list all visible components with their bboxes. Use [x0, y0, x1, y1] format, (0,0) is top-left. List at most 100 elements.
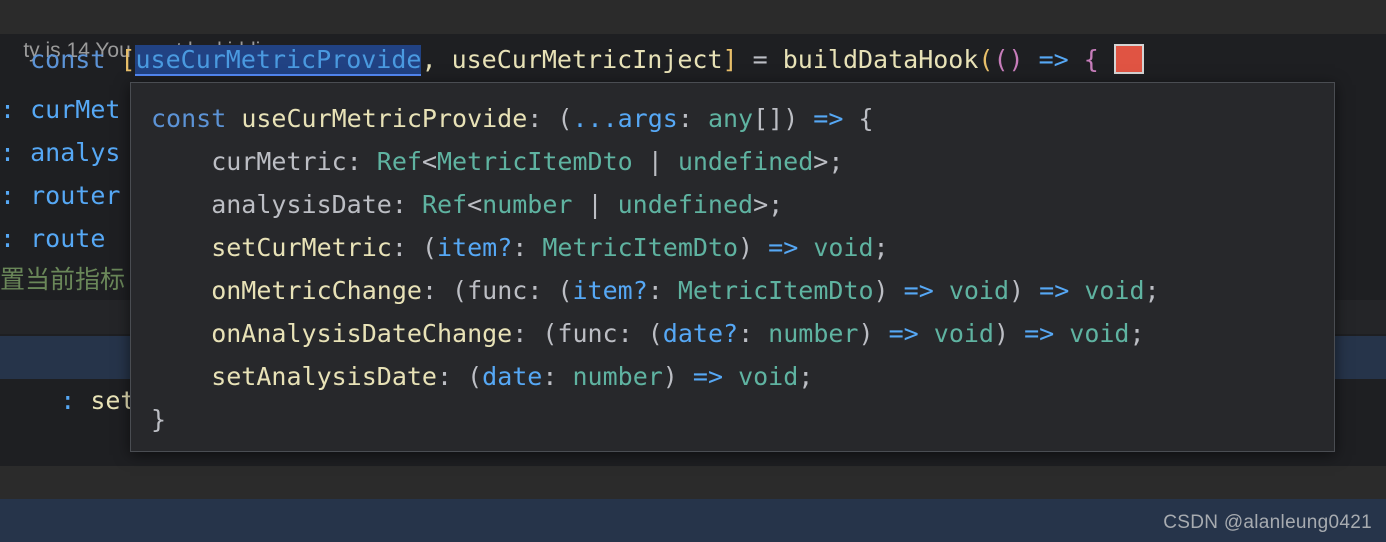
tt-onmetricchange-token-4: : — [527, 276, 558, 305]
tt-setcurmetric-token-2: ( — [421, 233, 437, 262]
line-const-hook-token-10: => — [1023, 45, 1084, 74]
tooltip-tt-curmetric: curMetric: Ref<MetricItemDto | undefined… — [131, 140, 1334, 183]
tt-onmetricchange-token-3: func — [467, 276, 528, 305]
tt-setcurmetric-token-1: : — [391, 233, 422, 262]
tt-onanalysisdatechange-token-10: => — [873, 319, 934, 348]
tt-onmetricchange-token-5: ( — [557, 276, 573, 305]
line-router-token-0: : — [0, 181, 31, 210]
tt-curmetric-token-4: MetricItemDto — [437, 147, 633, 176]
tt-onanalysisdatechange-token-6: date? — [662, 319, 739, 348]
line-const-hook-token-5: ] — [722, 45, 738, 74]
tooltip-tt-onanalysisdatechange: onAnalysisDateChange: (func: (date?: num… — [131, 312, 1334, 355]
tt-onanalysisdatechange-token-4: : — [617, 319, 648, 348]
tooltip-tt-setcurmetric: setCurMetric: (item?: MetricItemDto) => … — [131, 226, 1334, 269]
line-curmetric-token-1: curMet — [30, 95, 121, 124]
tt-onmetricchange-token-15: ; — [1144, 276, 1160, 305]
tooltip-tt-analysisdate: analysisDate: Ref<number | undefined>; — [131, 183, 1334, 226]
tt-signature-token-2: : — [527, 104, 558, 133]
tt-signature-token-5: : — [677, 104, 708, 133]
tt-setcurmetric-token-4: : — [512, 233, 543, 262]
tt-analysisdate-token-1: : — [391, 190, 422, 219]
line-const-hook-token-6: = — [737, 45, 783, 74]
tt-signature-token-7: []) — [753, 104, 799, 133]
tt-analysisdate-token-7: >; — [753, 190, 784, 219]
tt-analysisdate-token-6: undefined — [617, 190, 754, 219]
tt-onmetricchange-token-6: item? — [572, 276, 648, 305]
tt-onanalysisdatechange-token-3: func — [557, 319, 618, 348]
watermark-csdn: CSDN @alanleung0421 — [1163, 512, 1372, 533]
line-const-hook-token-3: , — [421, 45, 452, 74]
tt-signature-token-0: const — [151, 104, 242, 133]
tt-onmetricchange-token-2: ( — [452, 276, 468, 305]
documentation-popup[interactable]: const useCurMetricProvide: (...args: any… — [130, 82, 1335, 452]
tt-onanalysisdatechange-token-12: ) — [993, 319, 1010, 348]
line-const-hook-token-8: ( — [978, 45, 994, 74]
tt-setanalysisdate-token-3: date — [482, 362, 543, 391]
tt-setanalysisdate-token-7: => — [677, 362, 739, 391]
tt-setanalysisdate-token-5: number — [572, 362, 663, 391]
line-route-token-0: : — [0, 224, 31, 253]
tt-curmetric-token-2: Ref — [376, 147, 422, 176]
tt-onanalysisdatechange-token-1: : — [512, 319, 543, 348]
line-analysis-token-0: : — [0, 138, 31, 167]
line-const-hook-token-9: () — [993, 45, 1024, 74]
tt-signature-token-9: { — [858, 104, 874, 133]
tt-setcurmetric-token-8: void — [813, 233, 874, 262]
tt-setcurmetric-token-5: MetricItemDto — [542, 233, 739, 262]
tt-signature-token-6: any — [707, 104, 754, 133]
tt-setcurmetric-token-0: setCurMetric — [151, 233, 392, 262]
line-const-hook-token-4: useCurMetricInject — [451, 45, 723, 74]
tt-setanalysisdate-token-9: ; — [798, 362, 814, 391]
tt-onanalysisdatechange-token-9: ) — [858, 319, 874, 348]
tt-signature-token-3: ( — [557, 104, 573, 133]
tt-onmetricchange-token-9: ) — [873, 276, 889, 305]
line-analysis-token-1: analys — [30, 138, 121, 167]
editor-screenshot: ty is 14 You must be kidding const [useC… — [0, 0, 1386, 542]
tooltip-tt-close-brace: } — [131, 398, 1334, 441]
tt-signature-token-8: => — [798, 104, 859, 133]
tt-analysisdate-token-0: analysisDate — [151, 190, 392, 219]
tt-curmetric-token-1: : — [346, 147, 377, 176]
tt-onmetricchange-token-8: MetricItemDto — [677, 276, 874, 305]
tt-setanalysisdate-token-6: ) — [662, 362, 678, 391]
line-setcur-token-0: : — [60, 386, 91, 415]
editor-line-const-hook[interactable]: const [useCurMetricProvide, useCurMetric… — [0, 38, 1386, 81]
tt-curmetric-token-7: >; — [813, 147, 844, 176]
tt-curmetric-token-3: < — [421, 147, 437, 176]
line-curmetric-token-0: : — [0, 95, 31, 124]
tt-setcurmetric-token-9: ; — [873, 233, 889, 262]
color-swatch-red-icon[interactable] — [1113, 44, 1144, 74]
line-const-hook-token-0: const — [0, 45, 121, 74]
tt-onmetricchange-token-0: onMetricChange — [151, 276, 422, 305]
tooltip-tt-signature: const useCurMetricProvide: (...args: any… — [131, 97, 1334, 140]
line-router-token-1: router — [30, 181, 121, 210]
tt-curmetric-token-5: | — [632, 147, 678, 176]
tt-onanalysisdatechange-token-0: onAnalysisDateChange — [151, 319, 513, 348]
tt-close-brace-token-0: } — [151, 405, 167, 434]
tt-setcurmetric-token-3: item? — [437, 233, 513, 262]
tt-signature-token-1: useCurMetricProvide — [241, 104, 528, 133]
tt-setcurmetric-token-7: => — [753, 233, 814, 262]
line-comment-cn-token-0: 置当前指标 — [0, 265, 126, 294]
tt-onanalysisdatechange-token-8: number — [768, 319, 859, 348]
tt-analysisdate-token-3: < — [467, 190, 483, 219]
inlay-hint-complexity-bottom: exity is 4 Everything is cool! — [0, 466, 1386, 528]
tt-onanalysisdatechange-token-2: ( — [542, 319, 558, 348]
tt-analysisdate-token-5: | — [572, 190, 618, 219]
tooltip-tt-onmetricchange: onMetricChange: (func: (item?: MetricIte… — [131, 269, 1334, 312]
tooltip-tt-setanalysisdate: setAnalysisDate: (date: number) => void; — [131, 355, 1334, 398]
tt-onanalysisdatechange-token-13: => — [1009, 319, 1070, 348]
tt-onmetricchange-token-13: => — [1024, 276, 1085, 305]
inlay-hint-complexity-top: ty is 14 You must be kidding — [0, 0, 1386, 62]
tt-onanalysisdatechange-token-7: : — [738, 319, 769, 348]
tt-setanalysisdate-token-0: setAnalysisDate — [151, 362, 437, 391]
tt-signature-token-4: ...args — [572, 104, 678, 133]
tt-onmetricchange-token-12: ) — [1009, 276, 1025, 305]
tt-analysisdate-token-2: Ref — [421, 190, 468, 219]
tt-analysisdate-token-4: number — [482, 190, 573, 219]
line-const-hook-token-2: useCurMetricProvide — [135, 45, 422, 76]
tt-onmetricchange-token-1: : — [421, 276, 453, 305]
tooltip-top-padding — [131, 83, 1334, 97]
tt-curmetric-token-0: curMetric — [151, 147, 347, 176]
tt-setanalysisdate-token-2: ( — [467, 362, 483, 391]
